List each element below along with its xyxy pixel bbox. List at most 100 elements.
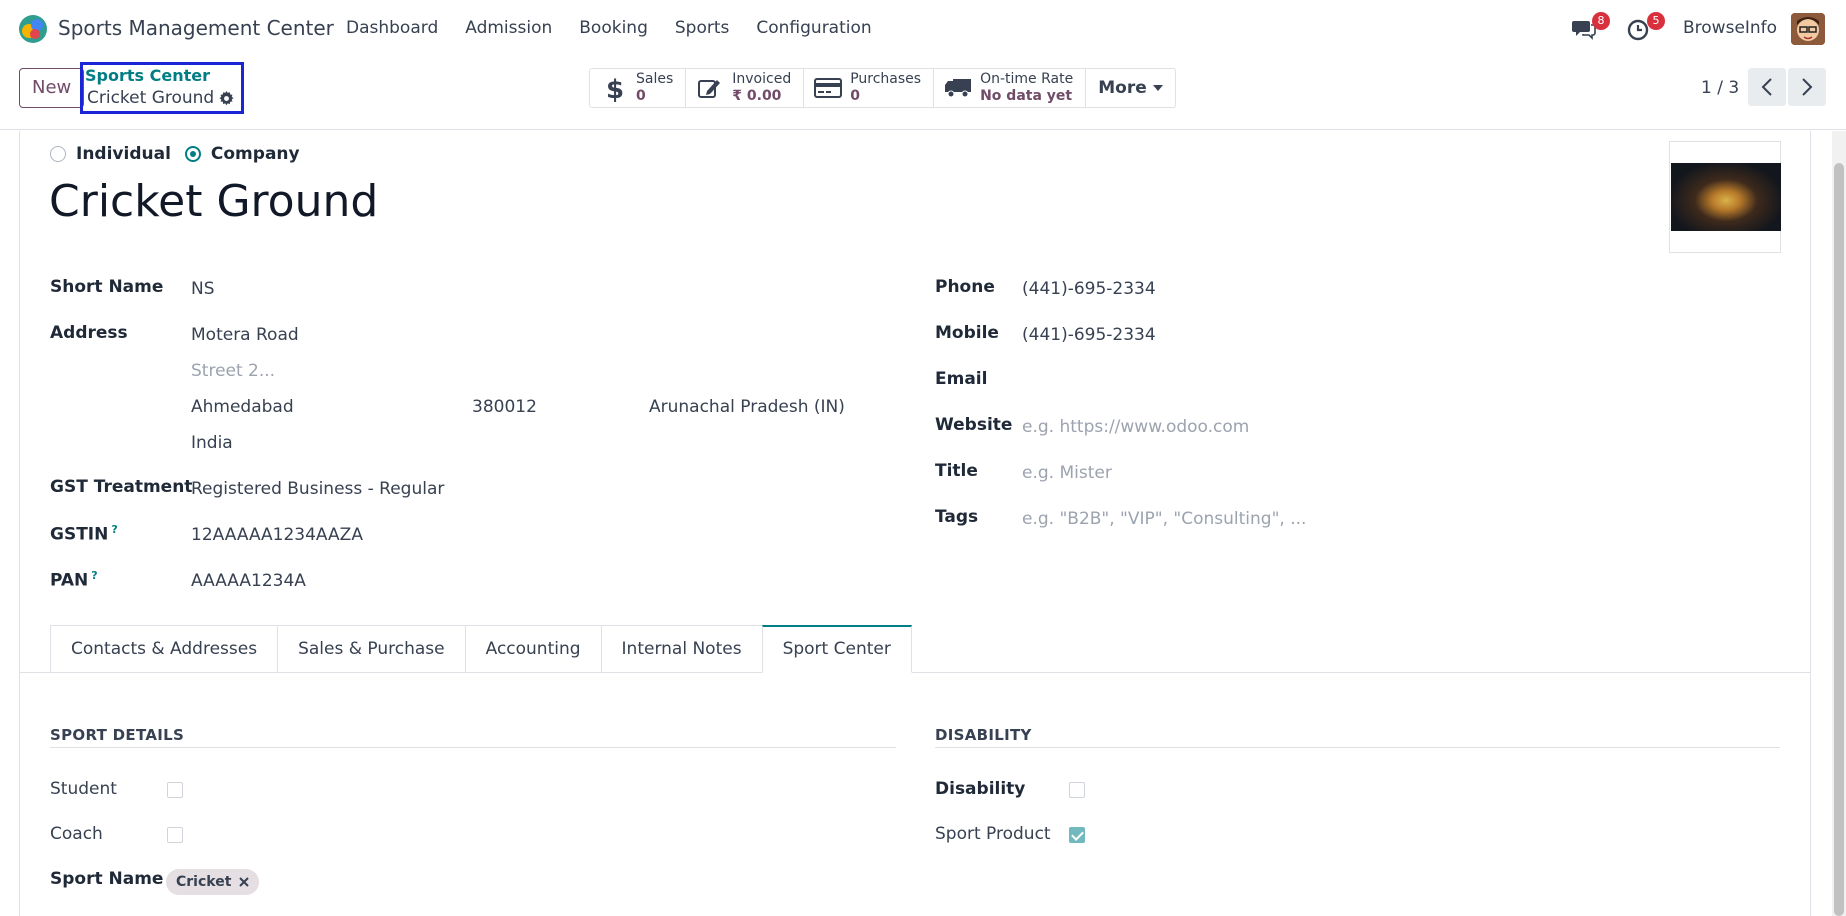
pan-field[interactable]: AAAAA1234A [191,571,306,591]
avatar-face-icon [1791,13,1825,45]
remove-tag-icon[interactable] [239,877,250,887]
gstin-label-text: GSTIN [50,524,109,545]
menu-dashboard[interactable]: Dashboard [346,18,438,38]
zip-field[interactable]: 380012 [472,397,537,417]
form-sheet [19,131,1811,916]
purchases-smart-button[interactable]: Purchases 0 [804,69,935,107]
coach-checkbox[interactable] [167,827,183,843]
more-button[interactable]: More [1086,69,1175,107]
chevron-left-icon [1761,78,1772,96]
radio-company-label[interactable]: Company [211,144,300,164]
gst-treatment-label: GST Treatment [50,477,193,497]
record-name-field[interactable]: Cricket Ground [49,176,378,227]
tab-accounting[interactable]: Accounting [464,625,601,673]
tags-label: Tags [935,507,979,527]
record-image[interactable] [1669,141,1781,253]
gstin-field[interactable]: 12AAAAA1234AAZA [191,525,363,545]
menu-admission[interactable]: Admission [465,18,552,38]
app-title[interactable]: Sports Management Center [58,16,334,40]
company-type-selector: Individual Company [50,144,300,164]
ontime-rate-value: No data yet [980,88,1073,104]
sport-product-checkbox[interactable] [1069,827,1085,843]
messages-badge: 8 [1592,12,1610,30]
gst-treatment-field[interactable]: Registered Business - Regular [191,479,444,499]
radio-company[interactable] [184,146,201,162]
pager-value[interactable]: 1 / 3 [1701,78,1739,98]
mobile-label: Mobile [935,323,999,343]
mobile-field[interactable]: (441)-695-2334 [1022,325,1156,345]
menu-sports[interactable]: Sports [675,18,730,38]
menu-booking[interactable]: Booking [579,18,648,38]
website-field[interactable]: e.g. https://www.odoo.com [1022,417,1249,437]
street-field[interactable]: Motera Road [191,325,299,345]
student-checkbox[interactable] [167,782,183,798]
stadium-photo [1671,163,1781,231]
coach-label: Coach [50,824,103,844]
scrollbar[interactable] [1832,131,1846,916]
tab-contacts-addresses[interactable]: Contacts & Addresses [50,625,278,673]
disability-heading: DISABILITY [935,726,1032,744]
purchases-label: Purchases [850,71,922,87]
svg-text:$: $ [606,75,623,102]
short-name-field[interactable]: NS [191,279,215,299]
street2-field[interactable]: Street 2... [191,361,275,381]
gstin-help-icon[interactable]: ? [111,523,117,536]
tab-sport-center[interactable]: Sport Center [761,625,912,673]
disability-divider [935,747,1780,748]
gstin-label: GSTIN? [50,523,118,545]
app-logo-icon[interactable] [18,14,48,44]
invoiced-value: ₹ 0.00 [732,88,782,104]
tags-field[interactable]: e.g. "B2B", "VIP", "Consulting", ... [1022,509,1306,529]
sales-smart-button[interactable]: $ Sales 0 [590,69,687,107]
address-label: Address [50,323,128,343]
company-switcher[interactable]: BrowseInfo [1683,18,1777,38]
sport-name-tag[interactable]: Cricket [166,869,260,895]
website-label: Website [935,415,1013,435]
breadcrumb-parent[interactable]: Sports Center [85,66,210,85]
pan-help-icon[interactable]: ? [91,569,97,582]
new-button[interactable]: New [19,68,85,108]
radio-individual-label[interactable]: Individual [76,144,171,164]
pan-label: PAN? [50,569,98,591]
radio-individual[interactable] [50,146,66,162]
email-field[interactable] [1022,369,1322,393]
scrollbar-thumb[interactable] [1834,163,1844,916]
email-label: Email [935,369,988,389]
state-field[interactable]: Arunachal Pradesh (IN) [649,397,845,417]
gear-icon[interactable] [219,90,234,106]
menu-configuration[interactable]: Configuration [756,18,871,38]
purchases-value: 0 [850,88,860,104]
truck-icon [944,76,972,100]
ontime-rate-label: On-time Rate [980,71,1074,87]
dollar-icon: $ [600,75,628,102]
pager-next-button[interactable] [1788,68,1826,106]
sport-tag-label: Cricket [176,874,232,890]
disability-checkbox[interactable] [1069,782,1085,798]
phone-field[interactable]: (441)-695-2334 [1022,279,1156,299]
user-avatar[interactable] [1791,13,1825,45]
country-field[interactable]: India [191,433,233,453]
sport-name-label: Sport Name [50,869,164,889]
pan-label-text: PAN [50,570,89,591]
tab-sales-purchase[interactable]: Sales & Purchase [277,625,465,673]
tab-internal-notes[interactable]: Internal Notes [600,625,762,673]
caret-down-icon [1152,85,1163,91]
ontime-rate-smart-button[interactable]: On-time Rate No data yet [934,69,1087,107]
invoiced-smart-button[interactable]: Invoiced ₹ 0.00 [686,69,805,107]
short-name-label: Short Name [50,277,164,297]
title-field[interactable]: e.g. Mister [1022,463,1112,483]
smart-buttons: $ Sales 0 Invoiced ₹ 0.00 Purchases 0 On… [589,68,1176,108]
invoiced-label: Invoiced [732,71,792,87]
sales-label: Sales [636,71,674,87]
pager-previous-button[interactable] [1748,68,1786,106]
activities-button[interactable]: 5 [1627,12,1665,42]
messages-button[interactable]: 8 [1572,12,1610,42]
more-label: More [1098,78,1147,98]
disability-label: Disability [935,779,1026,799]
top-navbar: Sports Management Center Dashboard Admis… [0,0,1846,58]
city-field[interactable]: Ahmedabad [191,397,294,417]
title-label: Title [935,461,978,481]
breadcrumb-current-label: Cricket Ground [87,88,215,108]
breadcrumb-current: Cricket Ground [87,88,234,108]
notebook-tabs: Contacts & Addresses Sales & Purchase Ac… [50,625,912,673]
